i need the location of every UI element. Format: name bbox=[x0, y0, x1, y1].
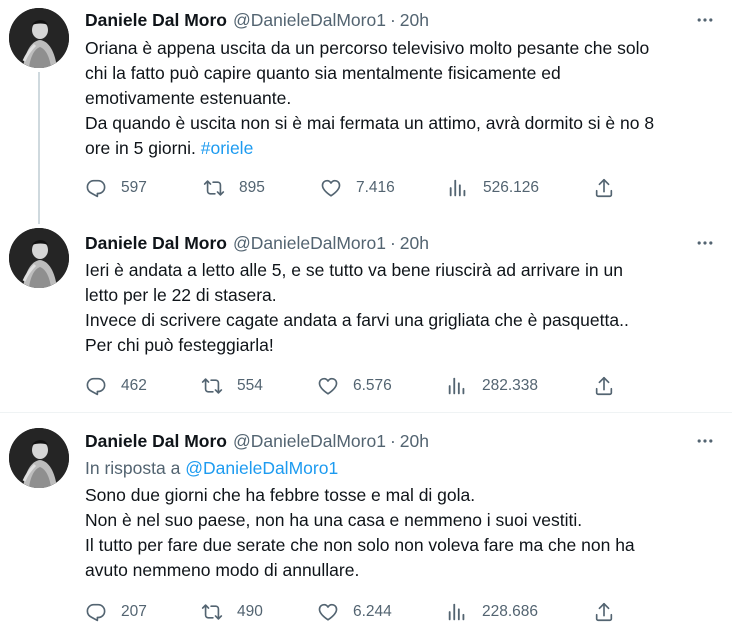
author-name[interactable]: Daniele Dal Moro bbox=[85, 10, 227, 31]
text-line: Invece di scrivere cagate andata a farvi… bbox=[85, 310, 629, 330]
text-line: Per chi può festeggiarla! bbox=[85, 335, 274, 355]
reply-prefix: In risposta a bbox=[85, 458, 186, 478]
views-icon bbox=[447, 177, 469, 199]
more-icon bbox=[695, 431, 715, 451]
reply-icon bbox=[85, 601, 107, 623]
tweet[interactable]: Daniele Dal Moro @DanieleDalMoro1 · 20h … bbox=[0, 0, 732, 214]
like-button[interactable]: 7.416 bbox=[320, 176, 395, 200]
text-line: emotivamente estenuante. bbox=[85, 88, 292, 108]
retweet-count: 490 bbox=[237, 603, 263, 620]
views-icon bbox=[446, 601, 468, 623]
reply-count: 207 bbox=[121, 603, 147, 620]
share-button[interactable] bbox=[593, 176, 615, 200]
reply-count: 597 bbox=[121, 179, 147, 196]
reply-icon bbox=[85, 177, 107, 199]
retweet-icon bbox=[201, 601, 223, 623]
like-icon bbox=[317, 375, 339, 397]
avatar[interactable] bbox=[9, 428, 69, 488]
reply-icon bbox=[85, 375, 107, 397]
retweet-button[interactable]: 554 bbox=[201, 374, 263, 398]
views-button[interactable]: 228.686 bbox=[446, 600, 538, 624]
views-count: 526.126 bbox=[483, 179, 540, 196]
text-line: chi la fatto può capire quanto sia menta… bbox=[85, 63, 561, 83]
share-button[interactable] bbox=[593, 600, 615, 624]
views-button[interactable]: 526.126 bbox=[447, 176, 539, 200]
text-line: avuto nemmeno modo di annullare. bbox=[85, 560, 360, 580]
like-count: 6.244 bbox=[353, 603, 392, 620]
retweet-button[interactable]: 490 bbox=[201, 600, 263, 624]
author-handle[interactable]: @DanieleDalMoro1 bbox=[233, 233, 386, 254]
views-icon bbox=[446, 375, 468, 397]
text-line: Il tutto per fare due serate che non sol… bbox=[85, 535, 635, 555]
text-line: Da quando è uscita non si è mai fermata … bbox=[85, 113, 655, 133]
tweet-text: Oriana è appena uscita da un percorso te… bbox=[85, 36, 725, 161]
separator-dot: · bbox=[389, 9, 396, 30]
tweet-header: Daniele Dal Moro @DanieleDalMoro1 · 20h bbox=[85, 429, 429, 453]
share-icon bbox=[593, 177, 615, 199]
reply-handle-link[interactable]: @DanieleDalMoro1 bbox=[185, 458, 338, 478]
tweet-actions: 207 490 6.244 228.686 bbox=[85, 600, 645, 624]
tweet-actions: 462 554 6.576 282.338 bbox=[85, 374, 645, 398]
views-count: 228.686 bbox=[482, 603, 539, 620]
tweet-text: Ieri è andata a letto alle 5, e se tutto… bbox=[85, 258, 725, 358]
like-icon bbox=[317, 601, 339, 623]
text-line: Sono due giorni che ha febbre tosse e ma… bbox=[85, 485, 476, 505]
text-line: Non è nel suo paese, non ha una casa e n… bbox=[85, 510, 583, 530]
timestamp[interactable]: 20h bbox=[400, 10, 429, 31]
more-options-button[interactable] bbox=[694, 233, 716, 253]
separator-dot: · bbox=[389, 232, 396, 253]
tweet[interactable]: Daniele Dal Moro @DanieleDalMoro1 · 20h … bbox=[0, 214, 732, 412]
text-line: letto per le 22 di stasera. bbox=[85, 285, 277, 305]
tweet-text: Sono due giorni che ha febbre tosse e ma… bbox=[85, 483, 725, 583]
tweet-header: Daniele Dal Moro @DanieleDalMoro1 · 20h bbox=[85, 8, 429, 32]
retweet-icon bbox=[203, 177, 225, 199]
reply-context: In risposta a @DanieleDalMoro1 bbox=[85, 458, 338, 479]
reply-button[interactable]: 207 bbox=[85, 600, 147, 624]
more-options-button[interactable] bbox=[694, 10, 716, 30]
text-line: Ieri è andata a letto alle 5, e se tutto… bbox=[85, 260, 623, 280]
author-handle[interactable]: @DanieleDalMoro1 bbox=[233, 10, 386, 31]
text-line-content: ore in 5 giorni. bbox=[85, 138, 201, 158]
timestamp[interactable]: 20h bbox=[400, 431, 429, 452]
tweet-actions: 597 895 7.416 526.126 bbox=[85, 176, 645, 200]
share-icon bbox=[593, 375, 615, 397]
like-button[interactable]: 6.576 bbox=[317, 374, 392, 398]
timestamp[interactable]: 20h bbox=[400, 233, 429, 254]
share-button[interactable] bbox=[593, 374, 615, 398]
more-icon bbox=[695, 233, 715, 253]
like-icon bbox=[320, 177, 342, 199]
like-count: 7.416 bbox=[356, 179, 395, 196]
retweet-button[interactable]: 895 bbox=[203, 176, 265, 200]
share-icon bbox=[593, 601, 615, 623]
more-options-button[interactable] bbox=[694, 431, 716, 451]
views-count: 282.338 bbox=[482, 377, 539, 394]
avatar[interactable] bbox=[9, 228, 69, 288]
like-count: 6.576 bbox=[353, 377, 392, 394]
reply-button[interactable]: 597 bbox=[85, 176, 147, 200]
more-icon bbox=[695, 10, 715, 30]
text-line: Oriana è appena uscita da un percorso te… bbox=[85, 38, 650, 58]
tweet[interactable]: Daniele Dal Moro @DanieleDalMoro1 · 20h … bbox=[0, 413, 732, 632]
retweet-icon bbox=[201, 375, 223, 397]
tweet-header: Daniele Dal Moro @DanieleDalMoro1 · 20h bbox=[85, 231, 429, 255]
separator-dot: · bbox=[389, 430, 396, 451]
author-name[interactable]: Daniele Dal Moro bbox=[85, 233, 227, 254]
reply-count: 462 bbox=[121, 377, 147, 394]
retweet-count: 895 bbox=[239, 179, 265, 196]
hashtag-link[interactable]: #oriele bbox=[201, 138, 254, 158]
retweet-count: 554 bbox=[237, 377, 263, 394]
views-button[interactable]: 282.338 bbox=[446, 374, 538, 398]
avatar[interactable] bbox=[9, 8, 69, 68]
like-button[interactable]: 6.244 bbox=[317, 600, 392, 624]
author-handle[interactable]: @DanieleDalMoro1 bbox=[233, 431, 386, 452]
author-name[interactable]: Daniele Dal Moro bbox=[85, 431, 227, 452]
reply-button[interactable]: 462 bbox=[85, 374, 147, 398]
text-line: ore in 5 giorni. #oriele bbox=[85, 136, 725, 161]
